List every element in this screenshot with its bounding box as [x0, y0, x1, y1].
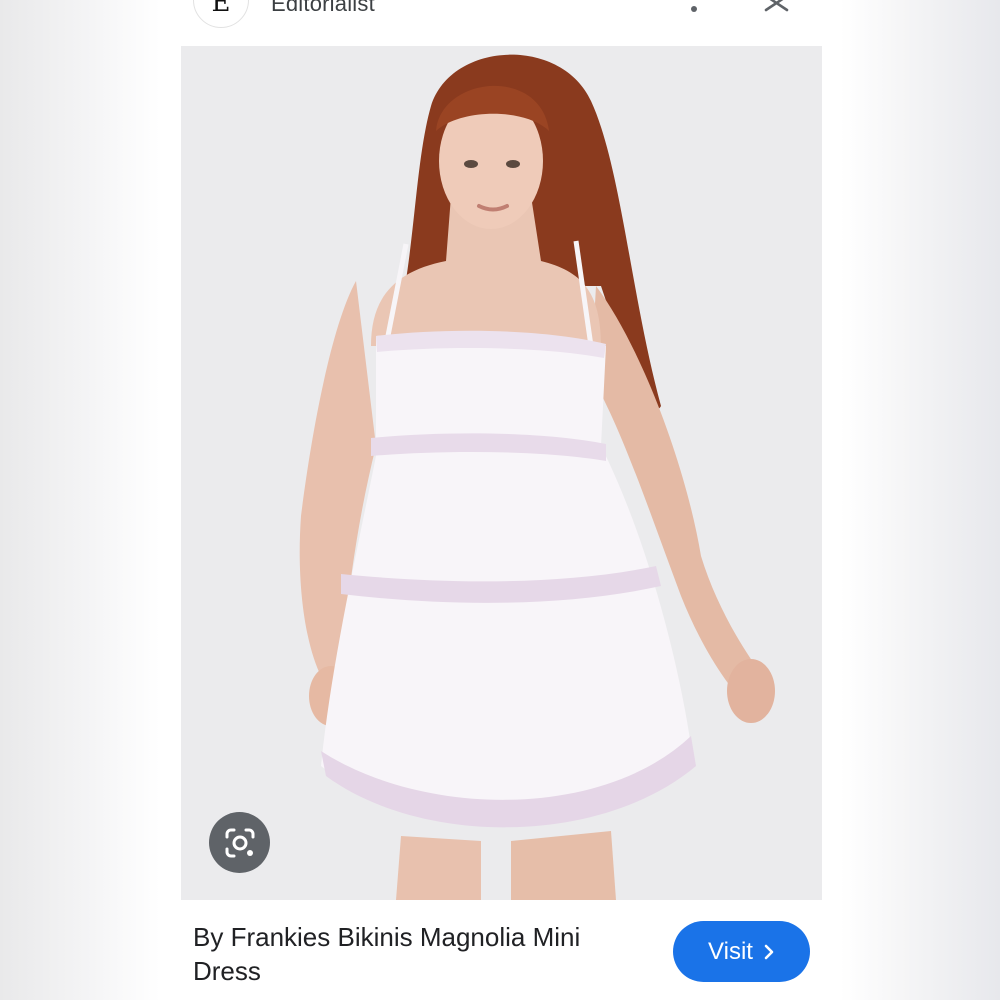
result-footer: By Frankies Bikinis Magnolia Mini Dress … [165, 900, 837, 1000]
site-logo[interactable]: E [193, 0, 249, 28]
chevron-right-icon [764, 944, 774, 959]
site-logo-letter: E [211, 0, 231, 18]
google-lens-icon [225, 828, 254, 857]
lens-search-button[interactable] [209, 812, 270, 873]
site-name[interactable]: Editorialist [271, 0, 375, 17]
product-title[interactable]: By Frankies Bikinis Magnolia Mini Dress [193, 920, 643, 988]
image-preview-panel: E Editorialist By Frankies Bikinis Magno… [165, 0, 837, 1000]
product-photo [181, 46, 822, 900]
close-icon[interactable] [763, 0, 791, 16]
visit-button-label: Visit [708, 937, 753, 965]
more-vert-icon[interactable] [685, 0, 703, 16]
visit-button[interactable]: Visit [673, 921, 810, 982]
product-image[interactable] [181, 46, 822, 900]
source-header: E Editorialist [165, 0, 837, 46]
